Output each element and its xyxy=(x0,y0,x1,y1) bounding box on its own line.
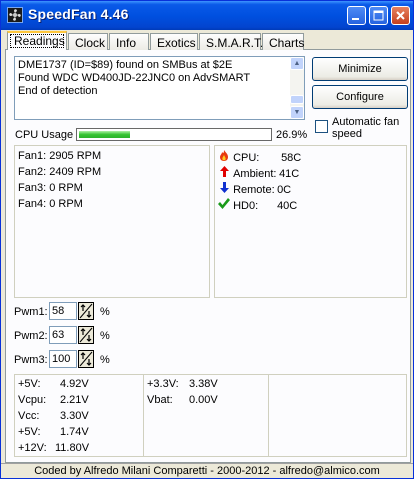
pwm1-input[interactable]: 58 xyxy=(49,302,77,320)
pwm1-spinner[interactable] xyxy=(78,302,94,320)
voltage-value: 3.30V xyxy=(60,410,89,422)
tab-readings[interactable]: Readings xyxy=(7,31,67,51)
temp-label: Remote: xyxy=(233,184,275,196)
minimize-button[interactable]: Minimize xyxy=(312,57,408,81)
voltage-label: +3.3V: xyxy=(147,378,179,390)
voltage-label: Vcpu: xyxy=(18,394,47,406)
voltage-value: 2.21V xyxy=(60,394,89,406)
cpu-usage-label: CPU Usage xyxy=(15,129,74,141)
speedfan-app-icon[interactable] xyxy=(7,7,23,23)
automatic-fan-speed-checkbox[interactable] xyxy=(315,120,328,133)
pwm1-label: Pwm1: xyxy=(14,306,48,318)
pwm3-input[interactable]: 100 xyxy=(49,350,77,368)
voltage-label: +5V: xyxy=(18,378,41,390)
temp-value: 40C xyxy=(277,200,298,212)
log-line: End of detection xyxy=(18,85,98,97)
pwm2-unit: % xyxy=(100,330,110,342)
maximize-window-button[interactable] xyxy=(369,6,388,25)
fan-label: Fan2: xyxy=(18,166,47,178)
scroll-down-icon[interactable]: ▼ xyxy=(290,106,304,119)
voltage-value: 3.38V xyxy=(189,378,218,390)
temp-label: CPU: xyxy=(233,152,260,164)
log-line: Found WDC WD400JD-22JNC0 on AdvSMART xyxy=(18,72,251,84)
configure-button[interactable]: Configure xyxy=(312,85,408,109)
temp-label: Ambient: xyxy=(233,168,277,180)
voltages-group: +5V: 4.92V Vcpu: 2.21V Vcc: 3.30V +5V: 1… xyxy=(14,374,407,457)
log-line: DME1737 (ID=$89) found on SMBus at $2E xyxy=(18,59,233,71)
temp-reading: Remote: 0C xyxy=(218,182,291,196)
fan-reading: Fan1: 2905 RPM xyxy=(18,150,101,162)
tab-smart[interactable]: S.M.A.R.T. xyxy=(199,33,263,50)
fan-reading: Fan4: 0 RPM xyxy=(18,198,83,210)
fan-label: Fan4: xyxy=(18,198,47,210)
temp-reading: Ambient: 41C xyxy=(218,166,299,180)
pwm3-unit: % xyxy=(100,354,110,366)
status-bar: Coded by Alfredo Milani Comparetti - 200… xyxy=(1,463,413,478)
readings-panel: DME1737 (ID=$89) found on SMBus at $2E F… xyxy=(5,50,411,463)
fan-value: 0 RPM xyxy=(49,182,83,194)
pwm2-label: Pwm2: xyxy=(14,330,48,342)
fan-value: 2905 RPM xyxy=(49,150,102,162)
pwm3-label: Pwm3: xyxy=(14,354,48,366)
tab-strip: Readings Clock Info Exotics S.M.A.R.T. C… xyxy=(5,31,411,51)
fan-value: 2409 RPM xyxy=(49,166,102,178)
detection-log[interactable]: DME1737 (ID=$89) found on SMBus at $2E F… xyxy=(14,56,305,120)
flame-icon xyxy=(218,150,230,164)
tab-exotics[interactable]: Exotics xyxy=(150,33,198,50)
cpu-usage-value: 26.9% xyxy=(276,129,308,141)
voltage-value: 11.80V xyxy=(55,442,90,454)
fan-reading: Fan3: 0 RPM xyxy=(18,182,83,194)
log-scrollbar[interactable]: ▲ ▼ xyxy=(290,57,304,119)
checkmark-icon xyxy=(218,198,230,212)
cpu-usage-fill xyxy=(79,131,131,138)
temp-reading: CPU: 58C xyxy=(218,150,301,164)
tab-info[interactable]: Info xyxy=(109,33,149,50)
temperatures-group: CPU: 58C Ambient: 41C Remote: 0C HD0: 40C xyxy=(214,145,407,298)
temp-value: 41C xyxy=(279,168,300,180)
pwm2-spinner[interactable] xyxy=(78,326,94,344)
column-divider xyxy=(143,375,144,456)
column-divider xyxy=(268,375,269,456)
automatic-fan-speed-label: Automatic fan speed xyxy=(332,116,399,140)
arrow-down-icon xyxy=(218,182,230,196)
minimize-window-button[interactable] xyxy=(347,6,366,25)
auto-fan-label-line: Automatic fan xyxy=(332,116,400,128)
window-title: SpeedFan 4.46 xyxy=(28,6,129,22)
pwm1-unit: % xyxy=(100,306,110,318)
fans-group: Fan1: 2905 RPM Fan2: 2409 RPM Fan3: 0 RP… xyxy=(14,145,210,298)
voltage-value: 0.00V xyxy=(189,394,218,406)
tab-charts[interactable]: Charts xyxy=(262,33,304,50)
scroll-up-icon[interactable]: ▲ xyxy=(290,57,304,70)
cpu-usage-bar xyxy=(76,128,272,141)
pwm3-spinner[interactable] xyxy=(78,350,94,368)
pwm2-input[interactable]: 63 xyxy=(49,326,77,344)
fan-value: 0 RPM xyxy=(49,198,83,210)
voltage-label: Vbat: xyxy=(147,394,173,406)
fan-reading: Fan2: 2409 RPM xyxy=(18,166,101,178)
scroll-thumb[interactable] xyxy=(290,95,304,104)
temp-label: HD0: xyxy=(233,200,259,212)
tab-clock[interactable]: Clock xyxy=(68,33,108,50)
auto-fan-label-line: speed xyxy=(332,128,362,140)
voltage-value: 1.74V xyxy=(60,426,89,438)
voltage-label: +12V: xyxy=(18,442,47,454)
temp-value: 58C xyxy=(281,152,302,164)
arrow-up-icon xyxy=(218,166,230,180)
temp-value: 0C xyxy=(277,184,292,196)
voltage-label: Vcc: xyxy=(18,410,40,422)
fan-label: Fan3: xyxy=(18,182,47,194)
voltage-value: 4.92V xyxy=(60,378,89,390)
speedfan-window: SpeedFan 4.46 Readings Clock Info Exotic… xyxy=(0,0,414,479)
title-bar[interactable]: SpeedFan 4.46 xyxy=(1,1,413,30)
voltage-label: +5V: xyxy=(18,426,41,438)
fan-label: Fan1: xyxy=(18,150,47,162)
close-window-button[interactable] xyxy=(391,6,410,25)
temp-reading: HD0: 40C xyxy=(218,198,297,212)
